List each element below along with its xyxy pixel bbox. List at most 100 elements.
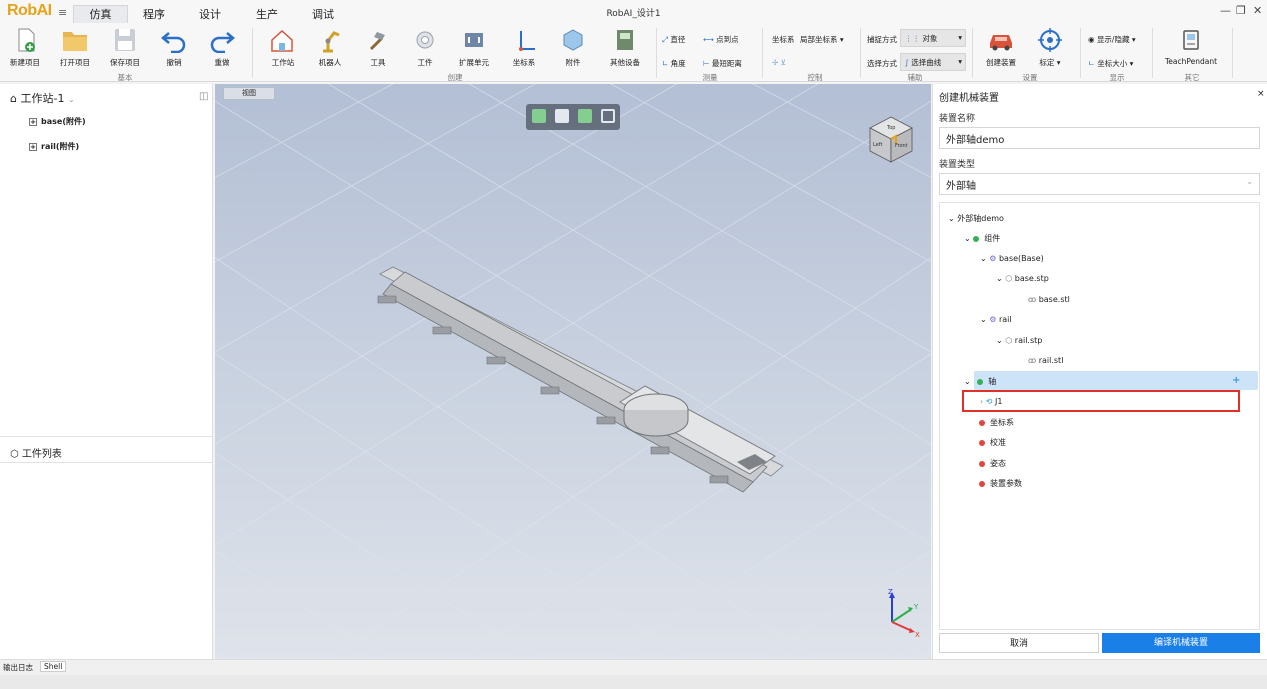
redo-icon — [210, 32, 235, 53]
tree-coord[interactable]: 坐标系 — [979, 417, 1014, 428]
close-icon[interactable]: × — [1257, 89, 1265, 99]
coord-size-button[interactable]: ㄴ 坐标大小 ▾ — [1088, 58, 1133, 69]
view-iso-icon[interactable] — [532, 109, 546, 123]
tree-item-base[interactable]: + base(附件) — [29, 116, 86, 127]
tab-simulation[interactable]: 仿真 — [73, 5, 128, 23]
move-icon[interactable]: ✢ ⊻ — [772, 58, 786, 67]
tree-rail-stp[interactable]: ⌄ ⬡ rail.stp — [996, 336, 1042, 345]
view-toolbar — [526, 104, 620, 130]
minimize-button[interactable]: — — [1220, 4, 1231, 17]
cancel-button[interactable]: 取消 — [939, 633, 1099, 653]
select-mode-label: 选择方式 — [867, 59, 897, 68]
close-window-button[interactable]: ✕ — [1253, 4, 1262, 17]
add-axis-button[interactable]: + — [1232, 375, 1240, 386]
tree-item-rail[interactable]: + rail(附件) — [29, 141, 79, 152]
panel-divider — [0, 462, 212, 463]
angle-icon: ∟ — [662, 59, 671, 68]
tree-base-stl[interactable]: ꝏ base.stl — [1028, 295, 1070, 304]
view-front-icon[interactable] — [578, 109, 592, 123]
redo-button[interactable]: 重做 — [202, 24, 242, 68]
undo-button[interactable]: 撤销 — [154, 24, 194, 68]
show-hide-button[interactable]: ◉ 显示/隐藏 ▾ — [1088, 34, 1136, 45]
view-tab[interactable]: 视图 — [223, 87, 275, 100]
teach-pendant-button[interactable]: TeachPendant — [1158, 24, 1224, 66]
ribbon-separator — [762, 28, 763, 78]
status-error-icon — [979, 439, 985, 446]
view-fit-icon[interactable] — [601, 109, 615, 123]
tab-design[interactable]: 设计 — [190, 6, 230, 24]
station-header[interactable]: ⌂ 工作站-1 ⌄ — [10, 90, 75, 106]
cube-left-label: Left — [873, 142, 882, 148]
coord-system-button[interactable]: 坐标系 — [503, 24, 545, 68]
expansion-unit-icon — [465, 33, 483, 47]
open-project-button[interactable]: 打开项目 — [52, 24, 98, 68]
calibrate-button[interactable]: 标定 ▾ — [1028, 24, 1072, 68]
save-disk-icon — [115, 29, 135, 51]
workstation-panel: ⌂ 工作站-1 ⌄ ◫ + base(附件) + rail(附件) ⬡ 工件列表 — [0, 84, 213, 659]
view-top-icon[interactable] — [555, 109, 569, 123]
ribbon-separator — [972, 28, 973, 78]
coord-select[interactable]: 局部坐标系 ▾ — [800, 34, 844, 45]
3d-viewport[interactable]: 视图 Top Left Front Z Y X — [215, 84, 931, 659]
rail-model[interactable] — [377, 266, 784, 493]
robot-button[interactable]: 机器人 — [308, 24, 352, 68]
tree-rail-stl[interactable]: ꝏ rail.stl — [1028, 356, 1063, 365]
chevron-down-icon: ▾ — [958, 57, 962, 66]
chevron-down-icon: ▾ — [1127, 59, 1134, 68]
status-ok-icon — [977, 378, 984, 385]
shortest-distance-button[interactable]: ⊢ 最短距离 — [703, 58, 742, 69]
tab-shell[interactable]: Shell — [40, 661, 67, 672]
other-devices-button[interactable]: 其他设备 — [600, 24, 650, 68]
compile-device-button[interactable]: 编译机械装置 — [1102, 633, 1260, 653]
tree-axis-row[interactable] — [974, 371, 1258, 390]
expansion-unit-button[interactable]: 扩展单元 — [452, 24, 496, 68]
select-mode-select[interactable]: ∫ 选择曲线 ▾ — [900, 53, 966, 71]
tree-base[interactable]: ⌄ ⚙ base(Base) — [980, 254, 1044, 263]
capture-mode-select[interactable]: ⋮⋮ 对象 ▾ — [900, 29, 966, 47]
tab-debug[interactable]: 调试 — [303, 6, 343, 24]
diameter-button[interactable]: ⤢ 直径 — [662, 34, 685, 45]
status-bar — [0, 675, 1267, 689]
restore-button[interactable]: ❐ — [1236, 4, 1246, 17]
tree-axis[interactable]: ⌄ 轴 — [964, 376, 996, 387]
chevron-down-icon: ▾ — [1129, 35, 1136, 44]
tree-calibration[interactable]: 校准 — [979, 437, 1006, 448]
tree-j1[interactable]: › ⟲ J1 — [980, 397, 1002, 406]
tree-params[interactable]: 装置参数 — [979, 478, 1022, 489]
tree-root[interactable]: ⌄ 外部轴demo — [948, 213, 1004, 224]
attachment-button[interactable]: 附件 — [550, 24, 596, 68]
device-name-label: 装置名称 — [939, 114, 976, 124]
chevron-down-icon: ⌄ — [964, 377, 974, 386]
create-device-button[interactable]: 创建装置 — [978, 24, 1024, 68]
workpiece-list-header[interactable]: ⬡ 工件列表 — [10, 445, 62, 460]
ribbon-separator — [656, 28, 657, 78]
device-type-select[interactable]: 外部轴 ⌄ — [939, 173, 1260, 195]
device-icon — [617, 30, 633, 50]
device-name-input[interactable]: 外部轴demo — [939, 127, 1260, 149]
workstation-button[interactable]: 工作站 — [262, 24, 304, 68]
workpiece-button[interactable]: 工件 — [405, 24, 445, 68]
group-label-control: 控制 — [807, 73, 823, 82]
tool-button[interactable]: 工具 — [358, 24, 398, 68]
angle-button[interactable]: ∟ 角度 — [662, 58, 686, 69]
group-label-create: 创建 — [447, 73, 463, 82]
collapse-panel-icon[interactable]: ◫ — [199, 91, 208, 102]
expand-box-icon[interactable]: + — [29, 143, 37, 151]
chevron-down-icon: ⌄ — [67, 95, 75, 104]
tab-program[interactable]: 程序 — [134, 6, 174, 24]
tab-output-log[interactable]: 输出日志 — [3, 662, 33, 673]
view-cube-icon[interactable]: Top Left Front — [865, 114, 917, 166]
tree-components[interactable]: ⌄ 组件 — [964, 233, 1000, 244]
hamburger-menu-icon[interactable]: ≡ — [58, 6, 67, 19]
tree-rail[interactable]: ⌄ ⚙ rail — [980, 315, 1012, 324]
car-icon — [990, 35, 1012, 51]
ribbon-separator — [860, 28, 861, 78]
expand-box-icon[interactable]: + — [29, 118, 37, 126]
point-to-point-button[interactable]: ⟷ 点到点 — [703, 34, 739, 45]
ribbon-separator — [252, 28, 253, 78]
tree-base-stp[interactable]: ⌄ ⬡ base.stp — [996, 274, 1049, 283]
tab-production[interactable]: 生产 — [247, 6, 287, 24]
new-project-button[interactable]: 新建项目 — [4, 24, 46, 68]
save-project-button[interactable]: 保存项目 — [102, 24, 148, 68]
tree-pose[interactable]: 姿态 — [979, 458, 1006, 469]
